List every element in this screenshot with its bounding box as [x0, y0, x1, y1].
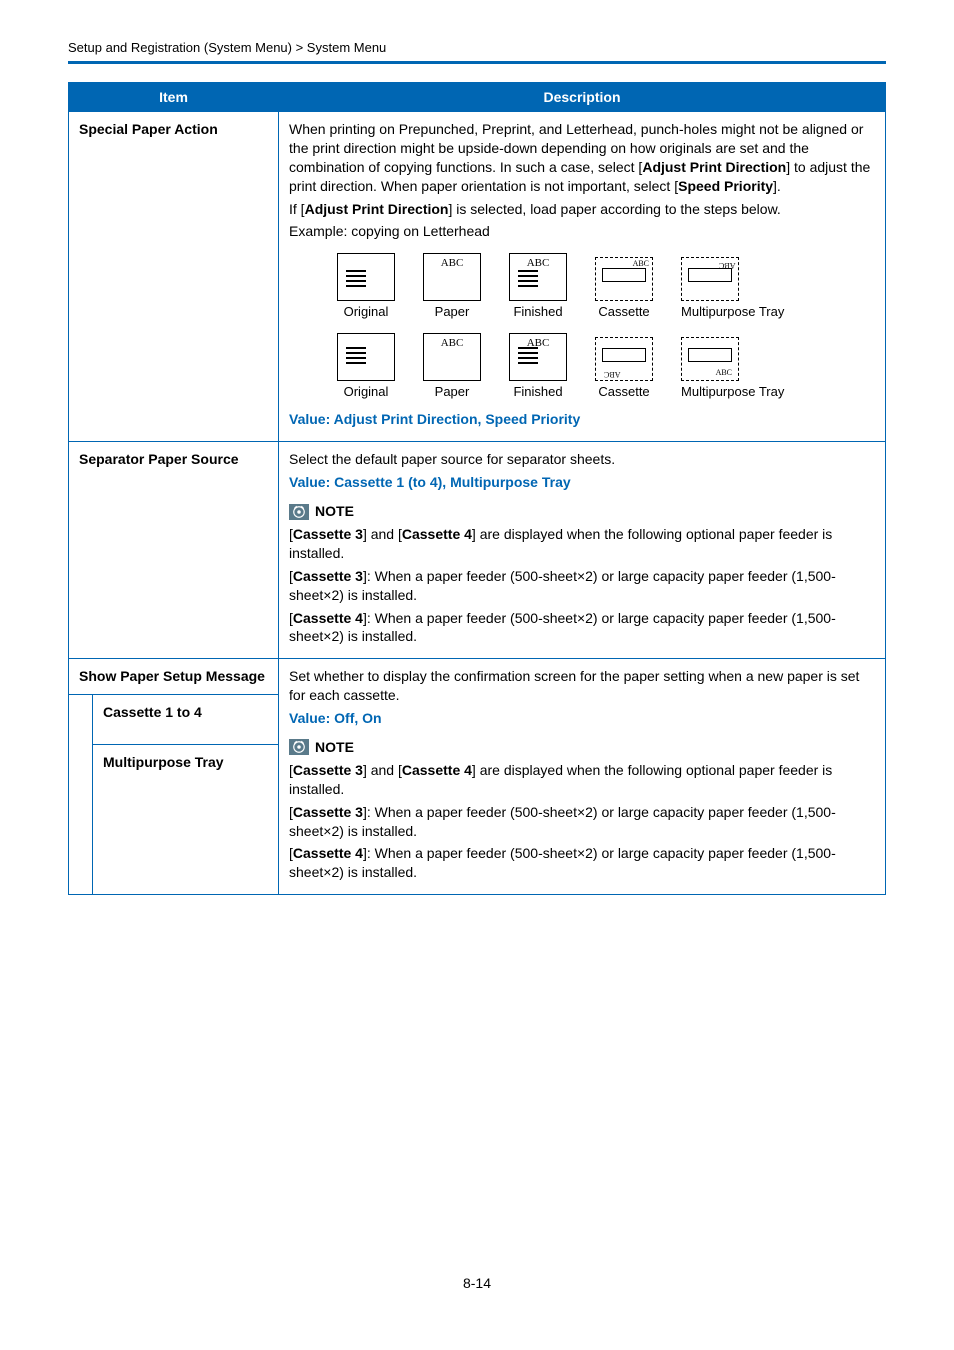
settings-table: Item Description Special Paper ActionWhe…: [68, 82, 886, 895]
page-container: Setup and Registration (System Menu) > S…: [0, 0, 954, 1331]
page-number: 8-14: [68, 1275, 886, 1291]
breadcrumb: Setup and Registration (System Menu) > S…: [68, 40, 886, 55]
note-icon: [289, 504, 309, 520]
header-rule: [68, 61, 886, 64]
note-icon: [289, 739, 309, 755]
header-description: Description: [279, 83, 886, 112]
header-item: Item: [69, 83, 279, 112]
